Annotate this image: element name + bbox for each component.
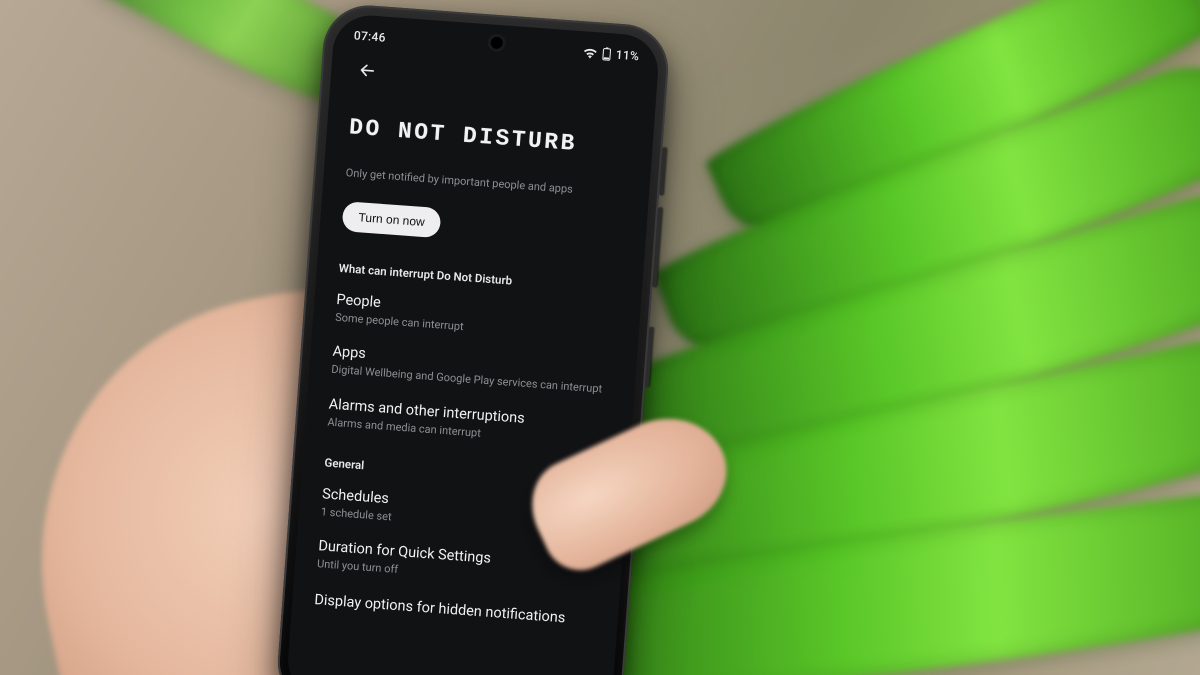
status-battery-pct: 11% xyxy=(615,48,639,64)
page-title: DO NOT DISTURB xyxy=(348,114,631,161)
phone-frame: 07:46 11% xyxy=(275,2,672,675)
page-subtitle: Only get notified by important people an… xyxy=(345,166,627,200)
arrow-left-icon xyxy=(356,59,378,83)
screen-fade xyxy=(285,669,612,675)
photo-background: 07:46 11% xyxy=(0,0,1200,675)
wifi-icon xyxy=(582,47,597,59)
phone-screen: 07:46 11% xyxy=(285,13,660,675)
back-button[interactable] xyxy=(352,56,382,86)
battery-icon xyxy=(601,47,611,62)
status-time: 07:46 xyxy=(353,28,386,44)
item-people[interactable]: People Some people can interrupt xyxy=(335,291,619,346)
item-apps[interactable]: Apps Digital Wellbeing and Google Play s… xyxy=(331,343,615,398)
item-display-options[interactable]: Display options for hidden notifications xyxy=(314,592,596,630)
section-interrupt-label: What can interrupt Do Not Disturb xyxy=(338,261,620,296)
item-alarms[interactable]: Alarms and other interruptions Alarms an… xyxy=(327,395,611,450)
turn-on-button[interactable]: Turn on now xyxy=(342,201,442,238)
